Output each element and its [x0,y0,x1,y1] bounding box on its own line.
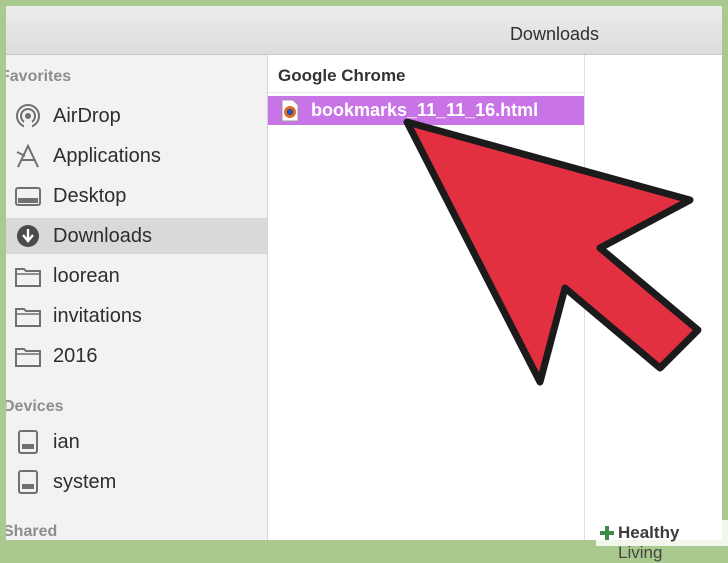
shared-header: Shared [6,523,58,540]
sidebar-item-applications[interactable]: Applications [6,138,267,174]
sidebar-item-label: AirDrop [53,105,121,127]
sidebar-item-label: 2016 [53,345,98,367]
plus-cross-icon [600,526,614,540]
folder-icon [15,268,41,287]
column-item-google-chrome[interactable]: Google Chrome [278,66,406,86]
sidebar-item-airdrop[interactable]: AirDrop [6,98,267,134]
watermark: Healthy Living [596,520,728,562]
window-title: Downloads [509,24,599,44]
drive-icon [18,430,38,454]
sidebar-item-loorean[interactable]: loorean [6,258,267,294]
sidebar-item-invitations[interactable]: invitations [6,298,267,334]
sidebar-item-2016[interactable]: 2016 [6,338,267,374]
sidebar-item-label: Downloads [53,225,152,247]
title-bar[interactable]: Downloads [6,6,722,55]
airdrop-icon [16,104,40,129]
sidebar-item-downloads[interactable]: Downloads [6,218,267,254]
applications-icon [16,143,39,168]
sidebar: Favorites AirDrop Applications Desktop D… [6,55,268,540]
browser-column-2 [585,55,722,540]
file-row-selected[interactable]: bookmarks_11_11_16.html [268,96,584,125]
favorites-header: Favorites [6,68,72,85]
sidebar-item-system[interactable]: system [6,464,267,500]
file-name: bookmarks_11_11_16.html [311,100,539,120]
drive-icon [18,470,38,494]
watermark-bold: Healthy [618,523,680,542]
firefox-file-icon [281,99,299,122]
downloads-icon [17,225,39,247]
folder-icon [15,308,41,327]
sidebar-item-label: loorean [53,265,120,287]
sidebar-item-ian[interactable]: ian [6,424,267,460]
sidebar-item-label: Desktop [53,185,127,207]
sidebar-item-label: invitations [53,305,142,327]
sidebar-item-label: Applications [53,145,161,167]
finder-window: Downloads Favorites AirDrop Applications [6,6,722,540]
folder-icon [15,348,41,367]
desktop-icon [15,187,41,206]
sidebar-item-desktop[interactable]: Desktop [6,178,267,214]
column-divider [268,92,584,93]
sidebar-item-label: system [53,471,117,493]
devices-header: Devices [6,398,64,415]
browser-column-1: Google Chrome bookmarks_11_11_16.html [268,55,585,540]
sidebar-item-label: ian [53,431,80,453]
